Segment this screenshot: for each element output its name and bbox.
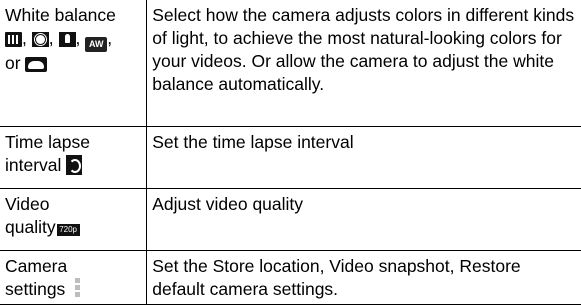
table-row: Camera settings Set the Store location, … xyxy=(0,250,581,305)
fluorescent-icon xyxy=(58,32,76,47)
daylight-icon xyxy=(31,32,49,47)
video-quality-720p-icon: 720p xyxy=(56,224,80,237)
setting-description: Set the Store location, Video snapshot, … xyxy=(146,250,581,305)
setting-label-white-balance: White balance xyxy=(5,5,116,25)
setting-name-cell: Time lapse interval xyxy=(0,126,148,190)
setting-label-video-part1: Video xyxy=(5,194,50,215)
setting-label-camera-part2: settings xyxy=(5,279,66,300)
setting-name-cell: Camera settings xyxy=(0,250,148,305)
setting-name-cell: White balance , , , AW, or xyxy=(0,0,148,128)
auto-white-balance-icon: AW xyxy=(85,37,108,52)
table-row: Time lapse interval Set the time lapse i… xyxy=(0,126,581,190)
setting-label-camera-part1: Camera xyxy=(5,256,68,277)
more-options-icon xyxy=(75,278,81,300)
camera-settings-table: White balance , , , AW, or Select how th… xyxy=(0,0,581,305)
time-lapse-icon xyxy=(66,155,83,176)
separator: , xyxy=(48,28,54,48)
separator: , xyxy=(22,28,27,48)
setting-description: Set the time lapse interval xyxy=(146,126,581,190)
or-text: or xyxy=(5,53,21,73)
incandescent-icon xyxy=(5,32,22,47)
setting-description: Select how the camera adjusts colors in … xyxy=(146,0,581,128)
table-row: White balance , , , AW, or Select how th… xyxy=(0,0,581,128)
cloudy-icon xyxy=(25,57,48,72)
setting-label-video-part2: quality xyxy=(5,217,56,238)
setting-name-cell: Video quality 720p xyxy=(0,188,148,252)
setting-description: Adjust video quality xyxy=(146,188,581,252)
separator: , xyxy=(107,28,113,48)
separator: , xyxy=(75,28,81,48)
table-row: Video quality 720p Adjust video quality xyxy=(0,188,581,252)
